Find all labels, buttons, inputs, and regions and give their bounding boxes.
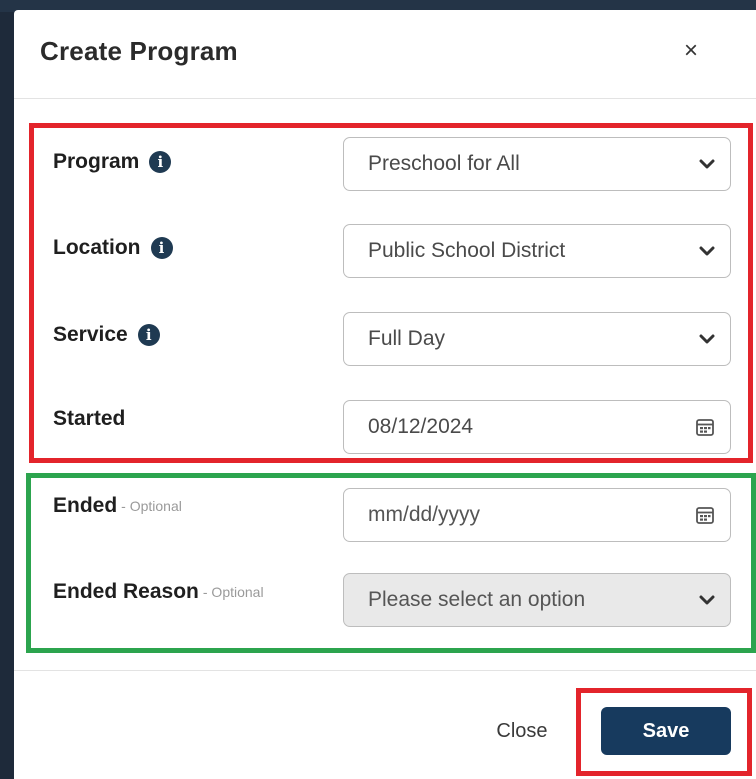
ended-date-placeholder: mm/dd/yyyy bbox=[368, 503, 481, 526]
program-label: Program i bbox=[53, 150, 172, 174]
ended-label-text: Ended bbox=[53, 494, 118, 517]
modal-title: Create Program bbox=[40, 36, 238, 66]
info-icon[interactable]: i bbox=[150, 237, 173, 259]
header-divider bbox=[14, 98, 756, 99]
optional-hint: - Optional bbox=[202, 584, 264, 600]
location-select-value: Public School District bbox=[368, 239, 566, 262]
program-select-value: Preschool for All bbox=[368, 152, 520, 175]
save-button[interactable]: Save bbox=[601, 707, 731, 755]
ended-reason-label: Ended Reason - Optional bbox=[53, 580, 264, 604]
close-icon[interactable]: × bbox=[676, 36, 706, 66]
chevron-down-icon bbox=[698, 155, 716, 173]
chevron-down-icon bbox=[698, 242, 716, 260]
ended-reason-select[interactable]: Please select an option bbox=[343, 573, 731, 627]
ended-reason-placeholder: Please select an option bbox=[368, 588, 586, 611]
service-select-value: Full Day bbox=[368, 327, 446, 350]
calendar-icon[interactable] bbox=[694, 416, 716, 438]
ended-date-input[interactable]: mm/dd/yyyy bbox=[343, 488, 731, 542]
chevron-down-icon bbox=[698, 591, 716, 609]
service-select[interactable]: Full Day bbox=[343, 312, 731, 366]
program-select[interactable]: Preschool for All bbox=[343, 137, 731, 191]
started-label: Started bbox=[53, 407, 125, 431]
location-label: Location i bbox=[53, 236, 173, 260]
location-select[interactable]: Public School District bbox=[343, 224, 731, 278]
service-label: Service i bbox=[53, 323, 160, 347]
started-label-text: Started bbox=[53, 407, 126, 430]
ended-reason-label-text: Ended Reason bbox=[53, 580, 199, 603]
optional-hint: - Optional bbox=[121, 498, 182, 514]
ended-label: Ended - Optional bbox=[53, 494, 182, 518]
close-button[interactable]: Close bbox=[488, 712, 556, 750]
service-label-text: Service bbox=[53, 323, 128, 346]
started-date-value: 08/12/2024 bbox=[368, 415, 474, 438]
location-label-text: Location bbox=[53, 236, 141, 259]
program-label-text: Program bbox=[53, 150, 140, 173]
info-icon[interactable]: i bbox=[137, 324, 160, 346]
footer-divider bbox=[14, 670, 756, 671]
info-icon[interactable]: i bbox=[149, 151, 172, 173]
calendar-icon[interactable] bbox=[694, 504, 716, 526]
chevron-down-icon bbox=[698, 330, 716, 348]
started-date-input[interactable]: 08/12/2024 bbox=[343, 400, 731, 454]
